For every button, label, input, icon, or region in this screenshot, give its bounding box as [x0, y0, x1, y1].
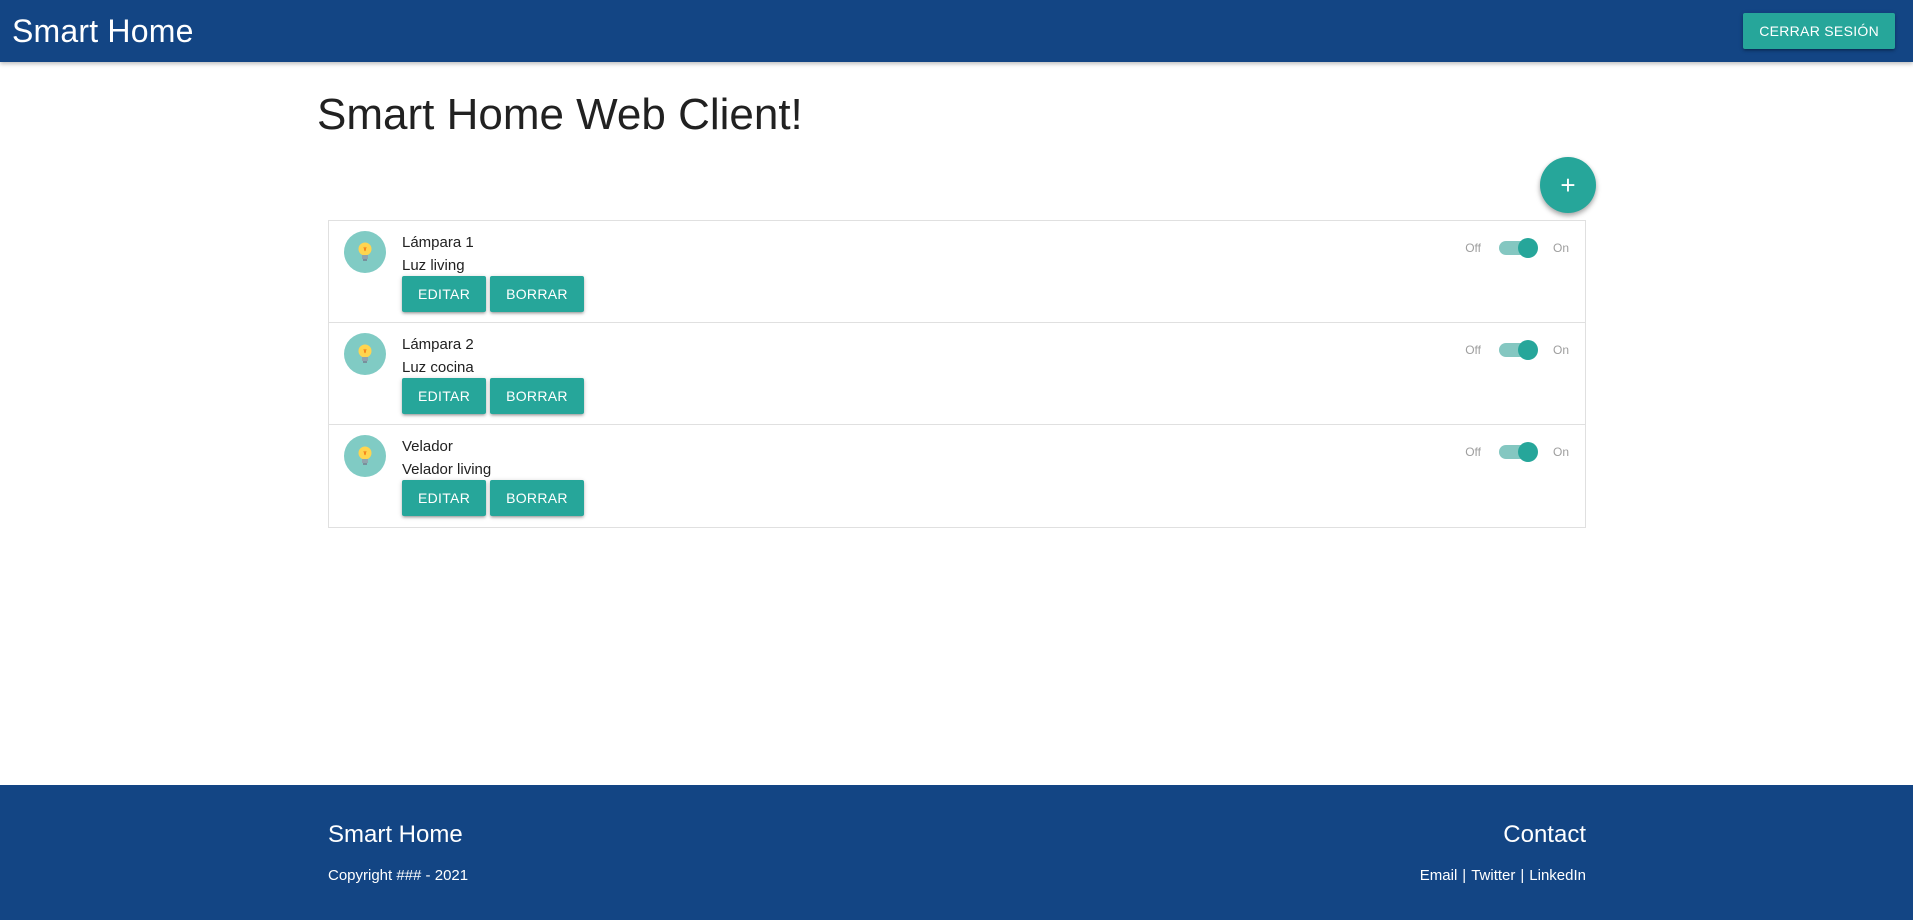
edit-button[interactable]: EDITAR [402, 480, 487, 516]
edit-button[interactable]: EDITAR [402, 276, 487, 312]
device-item: Velador Velador living EDITAR BORRAR Off… [329, 425, 1585, 527]
device-description: Luz living [402, 257, 465, 274]
linkedin-link[interactable]: LinkedIn [1529, 867, 1586, 884]
delete-button[interactable]: BORRAR [490, 276, 584, 312]
delete-button[interactable]: BORRAR [490, 378, 584, 414]
twitter-link[interactable]: Twitter [1471, 867, 1515, 884]
page-title: Smart Home Web Client! [317, 90, 803, 139]
lightbulb-icon [344, 435, 386, 477]
switch-on-label: On [1552, 445, 1569, 459]
switch-off-label: Off [1465, 343, 1481, 357]
plus-icon: + [1560, 170, 1576, 200]
device-actions: EDITAR BORRAR [402, 480, 584, 516]
page-footer: Smart Home Copyright ### - 2021 Contact … [0, 785, 1913, 920]
device-actions: EDITAR BORRAR [402, 276, 584, 312]
switch-knob [1517, 340, 1538, 360]
switch-lever[interactable] [1498, 238, 1538, 258]
device-actions: EDITAR BORRAR [402, 378, 584, 414]
device-item: Lámpara 2 Luz cocina EDITAR BORRAR Off O… [329, 323, 1585, 425]
power-switch[interactable]: Off On [1465, 238, 1569, 258]
delete-button[interactable]: BORRAR [490, 480, 584, 516]
device-name: Lámpara 1 [402, 234, 474, 251]
brand-logo[interactable]: Smart Home [12, 13, 194, 50]
device-list: Lámpara 1 Luz living EDITAR BORRAR Off O… [328, 220, 1586, 528]
device-name: Lámpara 2 [402, 336, 474, 353]
switch-lever[interactable] [1498, 442, 1538, 462]
switch-knob [1517, 442, 1538, 462]
switch-knob [1517, 238, 1538, 258]
link-separator: | [1462, 867, 1467, 884]
footer-contact-links: Email | Twitter | LinkedIn [1420, 867, 1586, 884]
lightbulb-icon [344, 231, 386, 273]
logout-button[interactable]: CERRAR SESIÓN [1743, 13, 1895, 49]
link-separator: | [1520, 867, 1525, 884]
power-switch[interactable]: Off On [1465, 442, 1569, 462]
device-description: Velador living [402, 461, 492, 478]
switch-on-label: On [1552, 343, 1569, 357]
switch-on-label: On [1552, 241, 1569, 255]
device-item: Lámpara 1 Luz living EDITAR BORRAR Off O… [329, 221, 1585, 323]
lightbulb-icon [344, 333, 386, 375]
email-link[interactable]: Email [1420, 867, 1458, 884]
add-device-button[interactable]: + [1540, 157, 1596, 213]
footer-contact-title: Contact [1503, 821, 1586, 848]
switch-off-label: Off [1465, 241, 1481, 255]
footer-copyright: Copyright ### - 2021 [328, 867, 469, 884]
device-name: Velador [402, 438, 453, 455]
switch-lever[interactable] [1498, 340, 1538, 360]
power-switch[interactable]: Off On [1465, 340, 1569, 360]
switch-off-label: Off [1465, 445, 1481, 459]
device-description: Luz cocina [402, 359, 474, 376]
top-navbar: Smart Home CERRAR SESIÓN [0, 0, 1913, 62]
edit-button[interactable]: EDITAR [402, 378, 487, 414]
footer-brand: Smart Home [328, 821, 463, 848]
